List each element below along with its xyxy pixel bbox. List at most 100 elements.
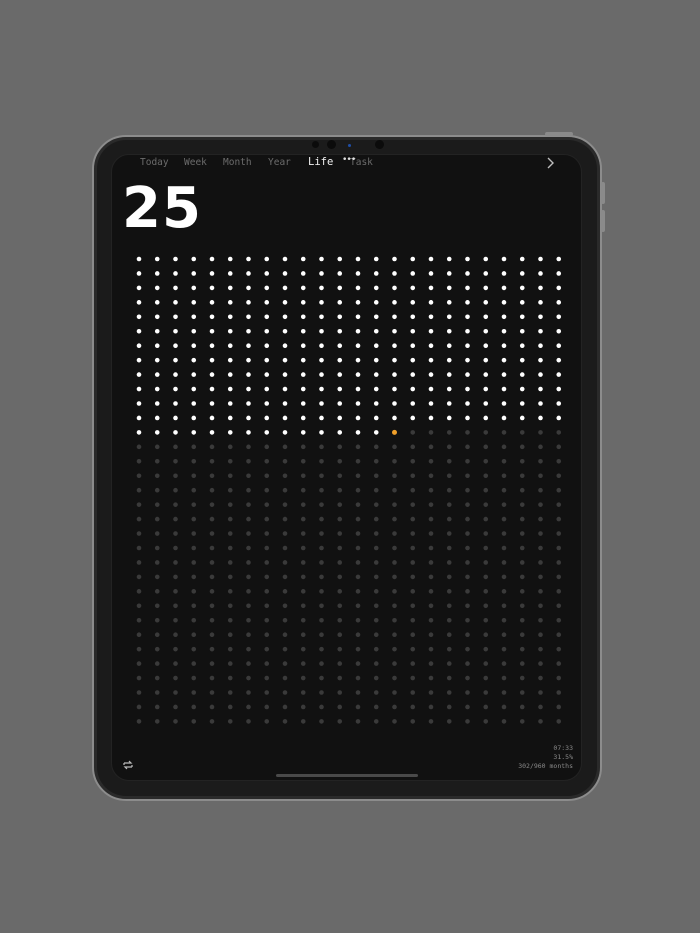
- month-dot-remaining: [538, 632, 543, 637]
- month-dot-lived: [264, 271, 270, 276]
- month-dot-remaining: [556, 560, 562, 565]
- month-dot-remaining: [355, 545, 361, 551]
- month-dot-remaining: [355, 704, 361, 710]
- month-dot-lived: [428, 285, 434, 291]
- home-indicator[interactable]: [276, 774, 418, 777]
- month-dot-remaining: [428, 459, 434, 464]
- month-dot-remaining: [227, 531, 233, 536]
- month-dot-remaining: [227, 704, 233, 710]
- month-dot-remaining: [154, 704, 160, 710]
- month-dot-remaining: [136, 444, 142, 450]
- month-dot-lived: [173, 415, 178, 421]
- month-dot-remaining: [173, 531, 178, 536]
- month-dot-remaining: [465, 589, 470, 594]
- month-dot-remaining: [519, 704, 525, 710]
- month-dot-lived: [264, 430, 270, 435]
- month-dot-remaining: [428, 690, 434, 695]
- month-dot-remaining: [209, 574, 215, 580]
- month-dot-remaining: [191, 444, 197, 450]
- month-dot-lived: [538, 300, 543, 305]
- month-dot-remaining: [264, 560, 270, 565]
- month-dot-lived: [246, 343, 251, 348]
- month-dot-lived: [264, 328, 270, 334]
- month-dot-remaining: [483, 430, 489, 435]
- month-dot-lived: [519, 386, 525, 392]
- month-dot-remaining: [246, 545, 251, 551]
- month-dot-remaining: [556, 516, 562, 522]
- month-dot-remaining: [136, 675, 142, 681]
- month-dot-lived: [191, 328, 197, 334]
- month-dot-remaining: [154, 675, 160, 681]
- month-dot-lived: [282, 300, 288, 305]
- month-dot-lived: [538, 401, 543, 406]
- month-dot-remaining: [300, 487, 306, 493]
- month-dot-remaining: [556, 589, 562, 594]
- month-dot-remaining: [282, 704, 288, 710]
- month-dot-remaining: [446, 502, 452, 507]
- month-dot-remaining: [154, 690, 160, 695]
- month-dot-remaining: [483, 675, 489, 681]
- month-dot-remaining: [428, 574, 434, 580]
- month-dot-remaining: [355, 487, 361, 493]
- month-dot-remaining: [319, 661, 324, 666]
- month-dot-remaining: [282, 487, 288, 493]
- month-dot-lived: [556, 415, 562, 421]
- month-dot-lived: [300, 271, 306, 276]
- month-dot-lived: [428, 271, 434, 276]
- month-dot-lived: [227, 271, 233, 276]
- month-dot-lived: [446, 357, 452, 363]
- month-dot-lived: [300, 314, 306, 320]
- month-dot-lived: [246, 285, 251, 291]
- month-dot-lived: [319, 415, 324, 421]
- month-dot-lived: [173, 285, 178, 291]
- month-dot-remaining: [227, 690, 233, 695]
- month-dot-remaining: [319, 690, 324, 695]
- month-dot-remaining: [154, 719, 160, 724]
- month-dot-remaining: [337, 487, 343, 493]
- month-dot-remaining: [300, 632, 306, 637]
- month-dot-remaining: [373, 473, 379, 479]
- month-dot-remaining: [319, 531, 324, 536]
- month-dot-remaining: [392, 560, 397, 565]
- month-dot-lived: [337, 271, 343, 276]
- refresh-icon[interactable]: [121, 758, 135, 772]
- month-dot-remaining: [373, 675, 379, 681]
- month-dot-remaining: [501, 690, 507, 695]
- month-dot-remaining: [410, 704, 416, 710]
- month-dot-remaining: [154, 603, 160, 609]
- month-dot-remaining: [392, 502, 397, 507]
- month-dot-remaining: [173, 632, 178, 637]
- month-dot-remaining: [209, 545, 215, 551]
- month-dot-remaining: [136, 690, 142, 695]
- month-dot-remaining: [191, 473, 197, 479]
- month-dot-remaining: [501, 719, 507, 724]
- month-dot-remaining: [483, 459, 489, 464]
- month-dot-remaining: [465, 560, 470, 565]
- month-dot-remaining: [300, 560, 306, 565]
- month-dot-remaining: [519, 603, 525, 609]
- month-dot-remaining: [337, 632, 343, 637]
- month-dot-lived: [300, 415, 306, 421]
- month-dot-lived: [465, 372, 470, 377]
- month-dot-remaining: [136, 661, 142, 666]
- month-dot-remaining: [209, 632, 215, 637]
- month-dot-remaining: [501, 531, 507, 536]
- volume-up-button: [601, 182, 605, 204]
- sensor-dot: [375, 140, 384, 149]
- month-dot-remaining: [337, 603, 343, 609]
- month-dot-lived: [319, 314, 324, 320]
- month-dot-remaining: [483, 502, 489, 507]
- month-dot-lived: [227, 285, 233, 291]
- month-dot-lived: [209, 256, 215, 262]
- month-dot-remaining: [538, 661, 543, 666]
- month-dot-lived: [410, 271, 416, 276]
- month-dot-remaining: [282, 719, 288, 724]
- month-dot-remaining: [410, 617, 416, 623]
- month-dot-lived: [556, 343, 562, 348]
- month-dot-lived: [319, 386, 324, 392]
- month-dot-remaining: [538, 487, 543, 493]
- month-dot-lived: [355, 271, 361, 276]
- month-dot-lived: [410, 314, 416, 320]
- month-dot-lived: [191, 271, 197, 276]
- month-dot-remaining: [191, 719, 197, 724]
